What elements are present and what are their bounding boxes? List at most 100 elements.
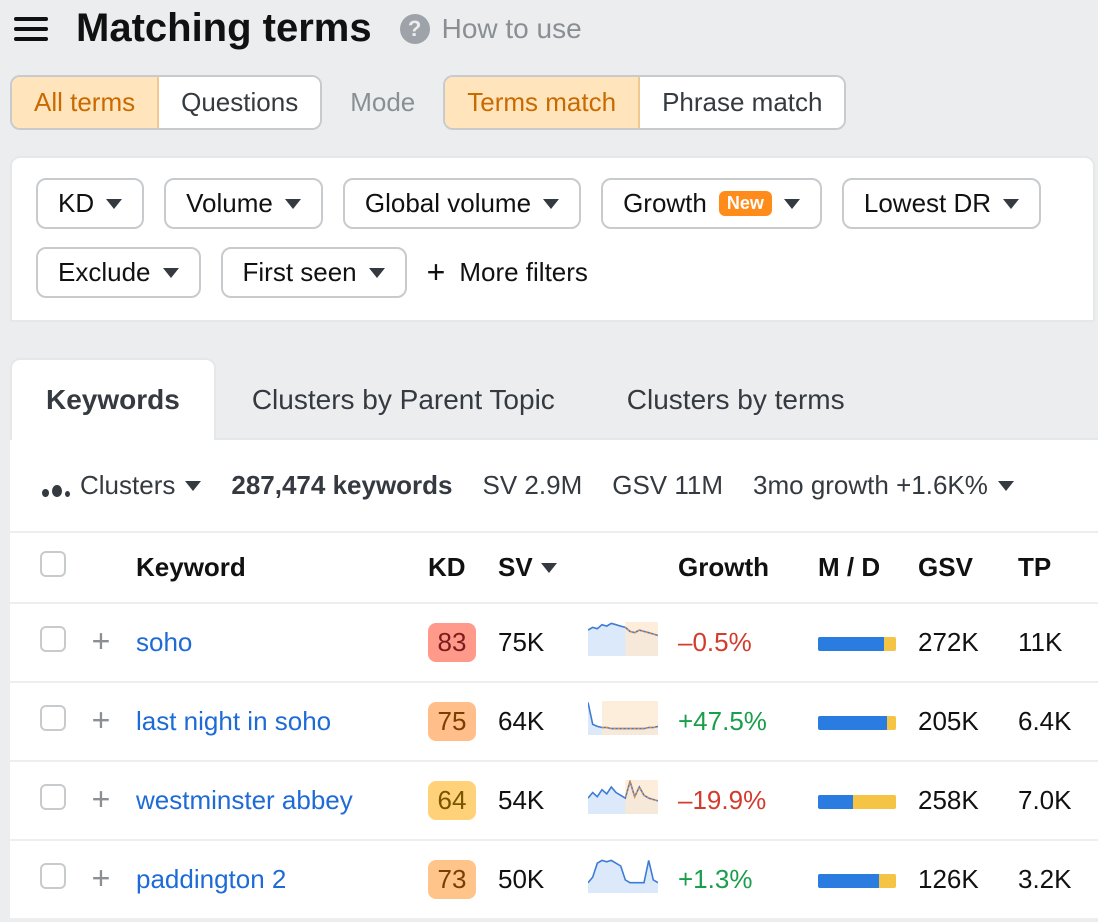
cell-sv: 64K [488, 682, 578, 761]
stat-gsv: GSV 11M [612, 470, 723, 501]
filter-volume-label: Volume [186, 188, 273, 219]
filter-global-volume[interactable]: Global volume [343, 178, 581, 229]
chevron-down-icon [998, 481, 1014, 491]
filter-growth[interactable]: Growth New [601, 178, 822, 229]
filter-panel: KD Volume Global volume Growth New Lowes… [10, 156, 1095, 322]
chevron-down-icon [285, 199, 301, 209]
col-keyword[interactable]: Keyword [126, 532, 418, 603]
cell-gsv: 126K [908, 840, 1008, 919]
cell-md [808, 603, 908, 682]
kd-badge: 75 [428, 702, 476, 741]
cell-growth: –0.5% [668, 603, 808, 682]
filter-volume[interactable]: Volume [164, 178, 323, 229]
cell-md [808, 682, 908, 761]
keyword-count: 287,474 keywords [231, 470, 452, 501]
growth-toggle[interactable]: 3mo growth +1.6K% [753, 470, 1014, 501]
filter-first-seen-label: First seen [243, 257, 357, 288]
cell-growth: +1.3% [668, 840, 808, 919]
col-tp[interactable]: TP [1008, 532, 1098, 603]
filter-exclude[interactable]: Exclude [36, 247, 201, 298]
filter-exclude-label: Exclude [58, 257, 151, 288]
how-to-use-label: How to use [442, 13, 582, 45]
stat-sv: SV 2.9M [483, 470, 583, 501]
filter-kd[interactable]: KD [36, 178, 144, 229]
cell-md [808, 840, 908, 919]
cell-trend [578, 840, 668, 919]
mode-label: Mode [350, 87, 415, 118]
cell-trend [578, 603, 668, 682]
cell-tp: 7.0K [1008, 761, 1098, 840]
view-tabs: Keywords Clusters by Parent Topic Cluste… [0, 322, 1098, 440]
col-growth[interactable]: Growth [668, 532, 808, 603]
clusters-icon [42, 475, 70, 497]
hamburger-icon[interactable] [14, 15, 48, 43]
table-header: Keyword KD SV Growth M / D GSV TP [10, 532, 1098, 603]
more-filters-label: More filters [459, 257, 588, 288]
clusters-toggle[interactable]: Clusters [42, 470, 201, 501]
table-row: + westminster abbey 64 54K –19.9% 258K 7… [10, 761, 1098, 840]
cell-tp: 3.2K [1008, 840, 1098, 919]
mode-segmented: Terms match Phrase match [443, 75, 846, 130]
kd-badge: 64 [428, 781, 476, 820]
row-checkbox[interactable] [40, 705, 66, 731]
keywords-table: Keyword KD SV Growth M / D GSV TP [10, 531, 1098, 920]
segmented-row: All terms Questions Mode Terms match Phr… [0, 75, 1098, 156]
cell-trend [578, 761, 668, 840]
tab-all-terms[interactable]: All terms [12, 77, 159, 128]
filter-kd-label: KD [58, 188, 94, 219]
more-filters-button[interactable]: + More filters [427, 254, 588, 291]
cell-tp: 6.4K [1008, 682, 1098, 761]
expand-button[interactable]: + [86, 784, 116, 814]
help-icon: ? [400, 14, 430, 44]
row-checkbox[interactable] [40, 784, 66, 810]
kd-badge: 83 [428, 623, 476, 662]
expand-button[interactable]: + [86, 626, 116, 656]
cell-md [808, 761, 908, 840]
tab-clusters-parent[interactable]: Clusters by Parent Topic [216, 358, 591, 440]
cell-gsv: 258K [908, 761, 1008, 840]
table-row: + last night in soho 75 64K +47.5% 205K … [10, 682, 1098, 761]
keyword-link[interactable]: paddington 2 [136, 864, 286, 894]
expand-button[interactable]: + [86, 863, 116, 893]
cell-sv: 75K [488, 603, 578, 682]
row-checkbox[interactable] [40, 863, 66, 889]
stat-growth: 3mo growth +1.6K% [753, 470, 988, 501]
tab-clusters-terms[interactable]: Clusters by terms [591, 358, 881, 440]
col-kd[interactable]: KD [418, 532, 488, 603]
col-sv[interactable]: SV [488, 532, 578, 603]
clusters-toggle-label: Clusters [80, 470, 175, 501]
cell-sv: 54K [488, 761, 578, 840]
cell-tp: 11K [1008, 603, 1098, 682]
chevron-down-icon [1003, 199, 1019, 209]
kd-badge: 73 [428, 860, 476, 899]
how-to-use-link[interactable]: ? How to use [400, 13, 582, 45]
cell-gsv: 205K [908, 682, 1008, 761]
col-md[interactable]: M / D [808, 532, 908, 603]
filter-first-seen[interactable]: First seen [221, 247, 407, 298]
stats-bar: Clusters 287,474 keywords SV 2.9M GSV 11… [10, 440, 1098, 531]
tab-phrase-match[interactable]: Phrase match [640, 77, 844, 128]
filter-growth-label: Growth [623, 188, 707, 219]
col-gsv[interactable]: GSV [908, 532, 1008, 603]
filter-lowest-dr-label: Lowest DR [864, 188, 991, 219]
tab-terms-match[interactable]: Terms match [445, 77, 640, 128]
new-badge: New [719, 191, 772, 216]
chevron-down-icon [369, 268, 385, 278]
chevron-down-icon [185, 481, 201, 491]
keyword-link[interactable]: last night in soho [136, 706, 331, 736]
tab-keywords[interactable]: Keywords [10, 358, 216, 440]
content: Clusters 287,474 keywords SV 2.9M GSV 11… [10, 438, 1098, 920]
cell-sv: 50K [488, 840, 578, 919]
page-title: Matching terms [76, 6, 372, 51]
header: Matching terms ? How to use [0, 0, 1098, 75]
keyword-link[interactable]: soho [136, 627, 192, 657]
keyword-link[interactable]: westminster abbey [136, 785, 353, 815]
expand-button[interactable]: + [86, 705, 116, 735]
chevron-down-icon [784, 199, 800, 209]
filter-lowest-dr[interactable]: Lowest DR [842, 178, 1041, 229]
row-checkbox[interactable] [40, 626, 66, 652]
cell-gsv: 272K [908, 603, 1008, 682]
tab-questions[interactable]: Questions [159, 77, 320, 128]
terms-segmented: All terms Questions [10, 75, 322, 130]
select-all-checkbox[interactable] [40, 551, 66, 577]
